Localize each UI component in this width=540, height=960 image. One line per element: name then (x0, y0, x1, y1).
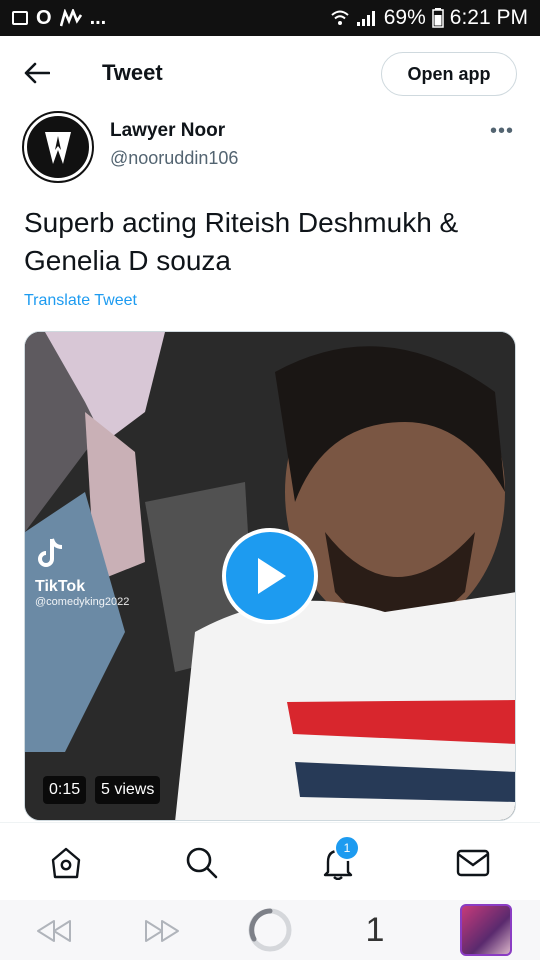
author-avatar[interactable] (22, 111, 94, 183)
battery-percent: 69% (383, 6, 426, 29)
tweet-text: Superb acting Riteish Deshmukh & Genelia… (24, 207, 459, 276)
notification-badge: 1 (334, 835, 360, 861)
tiktok-handle: @comedyking2022 (35, 596, 130, 608)
envelope-icon (456, 849, 490, 877)
browser-forward-button[interactable] (140, 914, 184, 948)
tab-messages[interactable] (455, 845, 491, 881)
status-bar: O ... 69% 6:21 PM (0, 0, 540, 36)
gallery-icon (12, 11, 28, 25)
tab-search[interactable] (184, 845, 220, 881)
loading-spinner-icon (248, 908, 292, 952)
bottom-tab-bar: 1 (0, 822, 540, 903)
fast-forward-icon (145, 920, 179, 942)
page-title: Tweet (102, 60, 163, 85)
play-button[interactable] (222, 528, 318, 624)
play-icon (258, 558, 286, 594)
translate-tweet-link[interactable]: Translate Tweet (24, 292, 137, 310)
home-icon (51, 847, 81, 879)
tab-home[interactable] (48, 845, 84, 881)
rewind-icon (37, 920, 71, 942)
app-notification-icon (59, 9, 82, 27)
video-views: 5 views (95, 776, 161, 804)
author-name[interactable]: Lawyer Noor (110, 120, 225, 142)
lawyer-bands-icon (45, 132, 71, 164)
arrow-left-icon (24, 62, 50, 84)
video-player[interactable]: TikTok @comedyking2022 0:15 5 views (24, 331, 516, 821)
open-app-button[interactable]: Open app (381, 52, 517, 96)
search-icon (186, 847, 218, 879)
author-handle[interactable]: @nooruddin106 (110, 148, 238, 169)
profile-button[interactable] (458, 902, 514, 958)
tiktok-watermark: TikTok @comedyking2022 (35, 537, 129, 608)
status-app-letter: O (36, 6, 52, 29)
more-options-button[interactable]: ••• (490, 120, 514, 143)
tweet-header: Tweet Open app (0, 44, 540, 102)
tiktok-logo-icon (38, 538, 63, 567)
browser-nav-bar: 1 (0, 900, 540, 960)
status-more-notifications: ... (89, 6, 107, 29)
back-button[interactable] (22, 58, 52, 88)
signal-icon (356, 11, 375, 26)
clock: 6:21 PM (449, 6, 528, 29)
video-duration: 0:15 (43, 776, 87, 804)
tabs-count[interactable]: 1 (360, 908, 390, 952)
browser-reload-button[interactable] (246, 906, 294, 954)
wifi-icon (331, 10, 349, 25)
tiktok-label: TikTok (35, 578, 86, 595)
profile-thumbnail (460, 904, 512, 956)
tab-notifications[interactable]: 1 (320, 835, 360, 881)
battery-icon (432, 8, 444, 28)
browser-back-button[interactable] (32, 914, 76, 948)
